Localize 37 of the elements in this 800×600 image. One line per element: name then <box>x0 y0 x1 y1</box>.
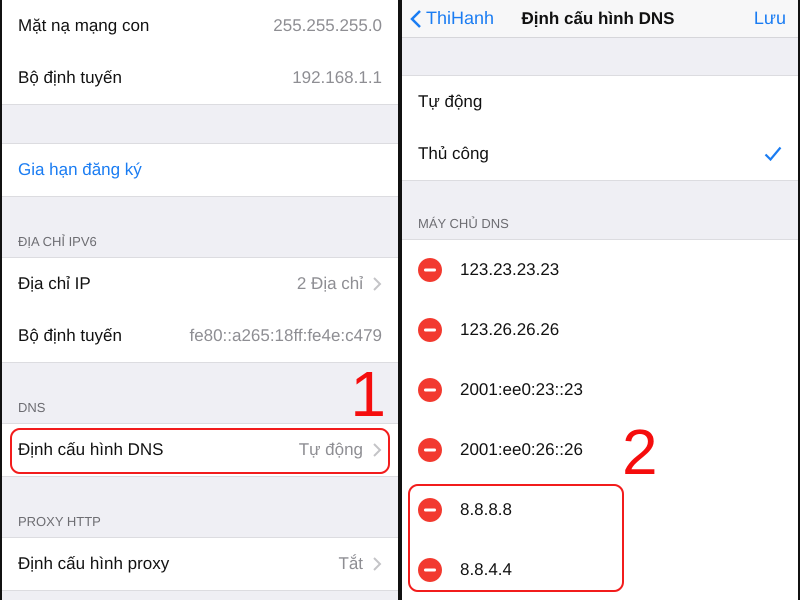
server-address: 8.8.4.4 <box>460 560 512 580</box>
section-header: DNS <box>18 400 46 415</box>
row-value: 2 Địa chỉ <box>296 274 363 294</box>
remove-icon[interactable] <box>418 258 442 282</box>
step-number: 2 <box>622 420 658 484</box>
row-label: Định cấu hình proxy <box>18 554 170 574</box>
row-label: Bộ định tuyến <box>18 326 122 346</box>
option-label[interactable]: Thủ công <box>418 144 489 164</box>
row-label: Định cấu hình DNS <box>18 440 164 460</box>
remove-icon[interactable] <box>418 318 442 342</box>
remove-icon[interactable] <box>418 378 442 402</box>
option-label[interactable]: Tự động <box>418 92 482 112</box>
row-value: Tự động <box>298 440 363 460</box>
row-label: Địa chỉ IP <box>18 274 91 294</box>
row-label: Mặt nạ mạng con <box>18 16 150 36</box>
section-header: MÁY CHỦ DNS <box>418 216 509 231</box>
server-address: 8.8.8.8 <box>460 500 512 520</box>
row-value: fe80::a265:18ff:fe4e:c479 <box>189 326 382 346</box>
server-address: 2001:ee0:23::23 <box>460 380 583 400</box>
row-value: Tắt <box>338 554 363 574</box>
row-label: Bộ định tuyến <box>18 68 122 88</box>
action-link[interactable]: Gia hạn đăng ký <box>18 160 142 180</box>
page-title: Định cấu hình DNS <box>522 8 674 28</box>
row-value: 255.255.255.0 <box>273 16 382 36</box>
back-chevron-icon <box>410 8 422 28</box>
server-address: 123.26.26.26 <box>460 320 560 340</box>
remove-icon[interactable] <box>418 558 442 582</box>
remove-icon[interactable] <box>418 438 442 462</box>
section-header: ĐỊA CHỈ IPV6 <box>18 234 97 249</box>
save-button[interactable]: Lưu <box>754 8 786 29</box>
step-number: 1 <box>350 362 386 426</box>
section-header: PROXY HTTP <box>18 514 101 529</box>
server-address: 123.23.23.23 <box>460 260 560 280</box>
back-button[interactable]: ThiHanh <box>410 8 494 29</box>
row-value: 192.168.1.1 <box>292 68 382 88</box>
server-address: 2001:ee0:26::26 <box>460 440 583 460</box>
remove-icon[interactable] <box>418 498 442 522</box>
